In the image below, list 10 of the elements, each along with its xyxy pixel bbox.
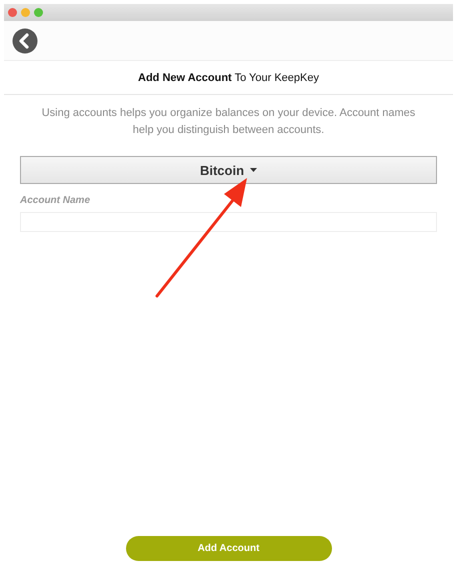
page-title: Add New Account To Your KeepKey xyxy=(138,72,319,84)
account-name-field[interactable] xyxy=(20,212,437,232)
minimize-button[interactable] xyxy=(21,8,30,17)
close-button[interactable] xyxy=(8,8,17,17)
field-label: Account Name xyxy=(20,195,92,206)
caret-icon xyxy=(250,168,258,172)
currency-dropdown[interactable]: Bitcoin xyxy=(20,156,437,184)
description-text: Using accounts helps you organize balances on your device. Account names help you distinguish between accounts. xyxy=(40,106,416,138)
back-icon[interactable] xyxy=(12,28,38,54)
zoom-button[interactable] xyxy=(34,8,43,17)
